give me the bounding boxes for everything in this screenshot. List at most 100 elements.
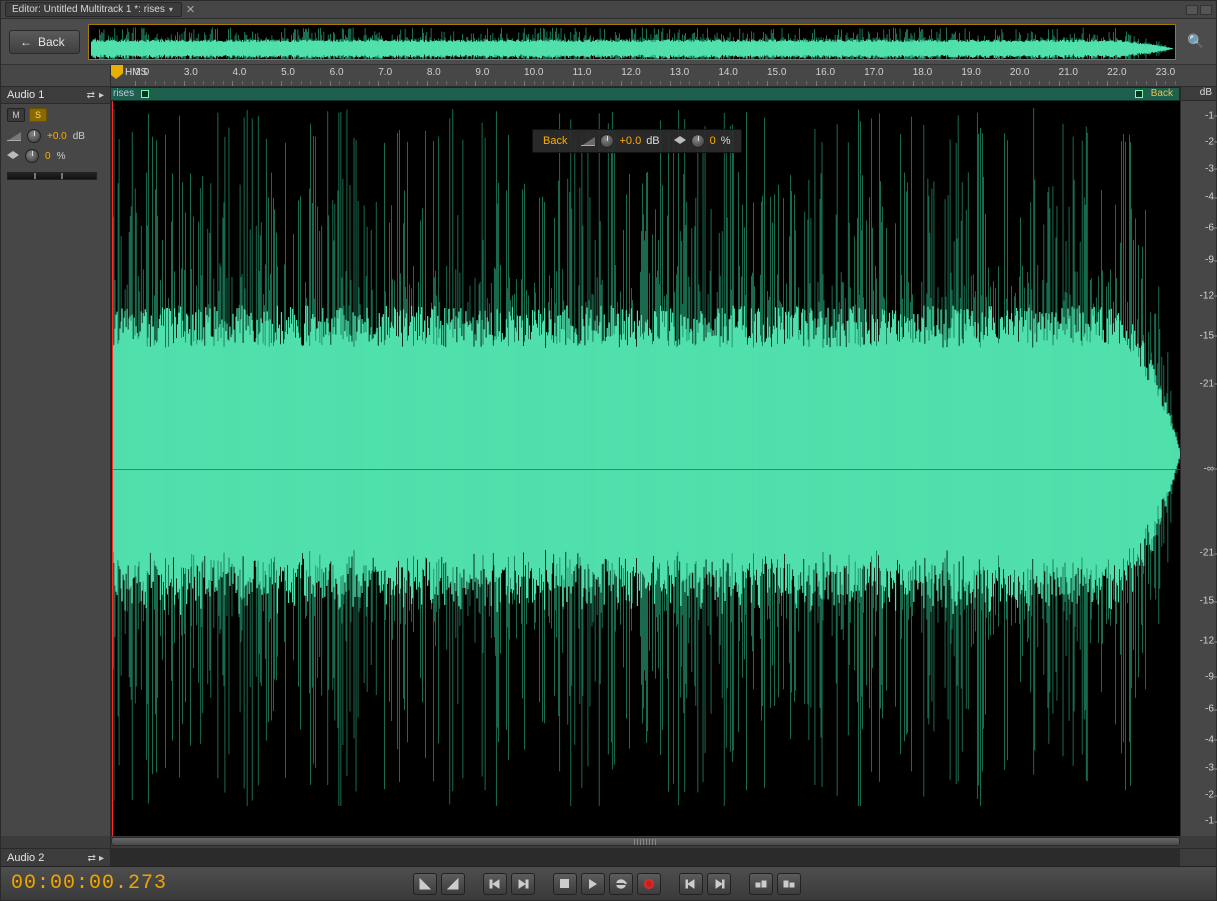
playhead-line[interactable] bbox=[112, 101, 113, 836]
hud-back-label[interactable]: Back bbox=[543, 135, 567, 147]
panel-icon-2[interactable] bbox=[1200, 5, 1212, 15]
track-menu-icon[interactable]: ▸ bbox=[99, 90, 104, 101]
clip-fadein-handle[interactable] bbox=[141, 90, 149, 98]
clip-fadeout-handle[interactable] bbox=[1135, 90, 1143, 98]
clip-header[interactable]: rises Back bbox=[111, 87, 1180, 101]
editor-tab-label: Editor: Untitled Multitrack 1 *: rises bbox=[12, 4, 165, 15]
ruler-tick: 3.0 bbox=[184, 67, 198, 78]
transport-controls bbox=[413, 873, 801, 895]
track2-menu-icon[interactable]: ▸ bbox=[99, 853, 104, 864]
zoom-in-button[interactable] bbox=[777, 873, 801, 895]
track2-name: Audio 2 bbox=[7, 852, 44, 864]
hud-pan-group: 0 % bbox=[674, 134, 731, 148]
transport-bar: 00:00:00.273 bbox=[1, 866, 1216, 900]
ruler-tick: 19.0 bbox=[961, 67, 980, 78]
time-ruler-row: HMS 2.03.04.05.06.07.08.09.010.011.012.0… bbox=[1, 65, 1216, 87]
track2-right-gutter bbox=[1180, 849, 1216, 866]
ruler-tick: 5.0 bbox=[281, 67, 295, 78]
mute-button[interactable]: M bbox=[7, 108, 25, 122]
db-tick: -1 bbox=[1205, 110, 1214, 121]
hscroll-track[interactable] bbox=[111, 836, 1180, 848]
ruler-tick: 10.0 bbox=[524, 67, 543, 78]
ruler-tick: 20.0 bbox=[1010, 67, 1029, 78]
db-tick: -2 bbox=[1205, 136, 1214, 147]
ruler-tick: 11.0 bbox=[573, 67, 592, 78]
record-button[interactable] bbox=[637, 873, 661, 895]
clip-name-right: Back bbox=[1151, 88, 1173, 99]
go-end-button[interactable] bbox=[511, 873, 535, 895]
hud-gain-unit: dB bbox=[646, 135, 659, 147]
db-tick: -21 bbox=[1200, 548, 1214, 559]
ruler-tick: 22.0 bbox=[1107, 67, 1126, 78]
panel-icon-1[interactable] bbox=[1186, 5, 1198, 15]
tab-strip: Editor: Untitled Multitrack 1 *: rises ▾… bbox=[1, 1, 1216, 19]
waveform-column: rises Back Back +0.0 dB bbox=[111, 87, 1180, 836]
play-button[interactable] bbox=[581, 873, 605, 895]
main-split: Audio 1 ⇄ ▸ M S +0.0 dB 0 % bbox=[1, 87, 1216, 836]
track-panel: Audio 1 ⇄ ▸ M S +0.0 dB 0 % bbox=[1, 87, 111, 836]
stop-button[interactable] bbox=[553, 873, 577, 895]
next-marker-button[interactable] bbox=[707, 873, 731, 895]
hscroll-thumb[interactable] bbox=[111, 837, 1180, 846]
overview-row: ← Back 🔍 bbox=[1, 19, 1216, 65]
gain-value[interactable]: +0.0 bbox=[47, 131, 67, 142]
pan-value[interactable]: 0 bbox=[45, 151, 51, 162]
editor-tab[interactable]: Editor: Untitled Multitrack 1 *: rises ▾ bbox=[5, 2, 182, 17]
db-tick: -9 bbox=[1205, 671, 1214, 682]
pan-knob[interactable] bbox=[25, 149, 39, 163]
hud-pan-value[interactable]: 0 bbox=[710, 135, 716, 147]
out-point-button[interactable] bbox=[441, 873, 465, 895]
waveform-canvas[interactable]: Back +0.0 dB 0 % bbox=[111, 101, 1180, 836]
in-point-button[interactable] bbox=[413, 873, 437, 895]
prev-marker-button[interactable] bbox=[679, 873, 703, 895]
db-tick: -3 bbox=[1205, 163, 1214, 174]
gain-ramp-icon bbox=[7, 131, 21, 141]
overview-waveform[interactable] bbox=[88, 24, 1176, 60]
tab-dropdown-icon[interactable]: ▾ bbox=[169, 5, 173, 14]
ruler-tick: 2.0 bbox=[135, 67, 149, 78]
ruler-tick: 8.0 bbox=[427, 67, 441, 78]
ruler-tick: 7.0 bbox=[378, 67, 392, 78]
panel-menu-icons[interactable] bbox=[1186, 5, 1212, 15]
waveform-svg bbox=[112, 101, 1180, 806]
db-scale-body[interactable]: -1-2-3-4-6-9-12-15-21-∞-21-15-12-9-6-4-3… bbox=[1181, 101, 1216, 836]
playhead-marker-icon[interactable] bbox=[111, 65, 123, 79]
ruler-tick: 18.0 bbox=[913, 67, 932, 78]
tab-close-icon[interactable]: ✕ bbox=[186, 3, 195, 16]
track-meter[interactable] bbox=[7, 172, 97, 180]
track-header-icons: ⇄ ▸ bbox=[87, 90, 104, 101]
ruler-tick: 16.0 bbox=[816, 67, 835, 78]
gain-row: +0.0 dB bbox=[1, 126, 110, 146]
track-header-audio2[interactable]: Audio 2 ⇄ ▸ bbox=[1, 849, 111, 866]
zoom-out-button[interactable] bbox=[749, 873, 773, 895]
gain-unit: dB bbox=[73, 131, 85, 142]
timecode-display[interactable]: 00:00:00.273 bbox=[11, 872, 167, 895]
hscroll-gutter bbox=[1, 836, 111, 848]
zoom-search-icon[interactable]: 🔍 bbox=[1184, 30, 1208, 54]
mute-solo-row: M S bbox=[1, 104, 110, 126]
hscroll-grip-icon bbox=[634, 839, 658, 845]
track-collapse-icon[interactable]: ⇄ bbox=[87, 90, 95, 101]
db-tick: -6 bbox=[1205, 222, 1214, 233]
solo-button[interactable]: S bbox=[29, 108, 47, 122]
back-button[interactable]: ← Back bbox=[9, 30, 80, 54]
loop-button[interactable] bbox=[609, 873, 633, 895]
hud-gain-knob[interactable] bbox=[600, 134, 614, 148]
gain-knob[interactable] bbox=[27, 129, 41, 143]
track2-collapse-icon[interactable]: ⇄ bbox=[88, 853, 96, 864]
track-header-audio1[interactable]: Audio 1 ⇄ ▸ bbox=[1, 87, 110, 104]
track-name: Audio 1 bbox=[7, 89, 44, 101]
hud-pan-knob[interactable] bbox=[691, 134, 705, 148]
ruler-tick: 23.0 bbox=[1156, 67, 1175, 78]
time-ruler[interactable]: HMS 2.03.04.05.06.07.08.09.010.011.012.0… bbox=[111, 65, 1180, 86]
back-button-label: Back bbox=[38, 35, 65, 49]
db-tick: -6 bbox=[1205, 704, 1214, 715]
db-tick: -15 bbox=[1200, 330, 1214, 341]
ruler-right-gutter bbox=[1180, 65, 1216, 86]
track2-lane[interactable] bbox=[111, 849, 1180, 866]
ruler-tick: 17.0 bbox=[864, 67, 883, 78]
hscroll-right-gutter bbox=[1180, 836, 1216, 848]
go-start-button[interactable] bbox=[483, 873, 507, 895]
clip-hud: Back +0.0 dB 0 % bbox=[532, 129, 742, 153]
hud-gain-value[interactable]: +0.0 bbox=[619, 135, 641, 147]
